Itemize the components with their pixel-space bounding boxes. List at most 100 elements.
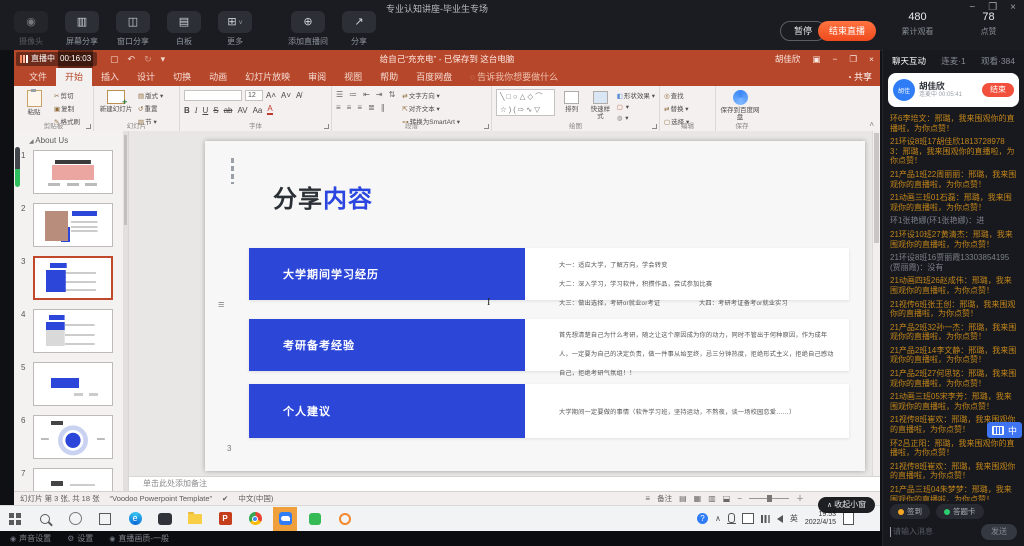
dialog-launcher-icon[interactable] — [484, 124, 489, 129]
font-name-select[interactable] — [184, 90, 242, 101]
ppt-tab[interactable]: 审阅 — [299, 68, 335, 86]
end-live-button[interactable]: 结束直播 — [818, 21, 876, 41]
shrink-font-icon[interactable]: A˅ — [281, 91, 291, 100]
language[interactable]: 中文(中国) — [238, 493, 273, 504]
replace-button[interactable]: ⇄替换 ▾ — [664, 103, 689, 113]
sorter-view-icon[interactable]: ▦ — [694, 494, 702, 503]
zoom-out-icon[interactable]: − — [737, 494, 742, 503]
zoom-in-icon[interactable]: ＋ — [796, 493, 804, 504]
collapse-mini-window-button[interactable]: 收起小窗 — [818, 497, 875, 513]
mic-tray-icon[interactable] — [728, 513, 735, 523]
slide-thumbnail[interactable] — [33, 256, 113, 300]
slide-thumbnail[interactable] — [33, 309, 113, 353]
taskbar-icon[interactable] — [333, 507, 357, 531]
action-center-icon[interactable] — [843, 512, 854, 525]
thumbnails-scrollbar[interactable] — [123, 131, 128, 491]
line-spacing-icon[interactable]: ⇅ — [389, 90, 396, 99]
taskbar-icon[interactable] — [153, 507, 177, 531]
cut-button[interactable]: ✂剪切 — [54, 90, 80, 100]
copy-button[interactable]: ▣复制 — [54, 103, 80, 113]
reading-view-icon[interactable]: ▥ — [708, 494, 716, 503]
toolbar-button-icon[interactable] — [291, 11, 325, 33]
clear-format-icon[interactable]: A̸ — [296, 91, 301, 100]
align-left-icon[interactable]: ≡ — [336, 103, 341, 112]
spellcheck-icon[interactable]: ✔ — [222, 494, 228, 503]
toolbar-button-icon[interactable] — [65, 11, 99, 33]
underline-button[interactable]: U — [202, 106, 208, 115]
end-mic-button[interactable]: 结束 — [982, 83, 1014, 97]
new-slide-button[interactable]: 新建幻灯片 — [98, 89, 134, 121]
reset-button[interactable]: ↺重置 — [138, 103, 163, 113]
quick-action-pill[interactable]: 签到 — [890, 504, 930, 519]
zoom-slider[interactable] — [749, 498, 789, 499]
bullets-icon[interactable]: ☰ — [336, 90, 343, 99]
stream-control-item[interactable]: 设置 — [67, 533, 93, 544]
ppt-tab[interactable]: 文件 — [20, 68, 56, 86]
taskbar-icon[interactable] — [273, 507, 297, 531]
indent-decrease-icon[interactable]: ⇤ — [363, 90, 370, 99]
bold-button[interactable]: B — [184, 106, 190, 115]
strikethrough-button[interactable]: S — [213, 106, 218, 115]
paste-button[interactable]: 粘贴 — [18, 89, 50, 121]
toolbar-button-icon[interactable] — [218, 11, 252, 33]
ppt-tab[interactable]: 切换 — [164, 68, 200, 86]
dialog-launcher-icon[interactable] — [86, 124, 91, 129]
ppt-tab[interactable]: 设计 — [128, 68, 164, 86]
grow-font-icon[interactable]: A˄ — [266, 91, 276, 100]
taskbar-icon[interactable] — [243, 507, 267, 531]
ppt-tab[interactable]: 动画 — [200, 68, 236, 86]
taskbar-icon[interactable] — [3, 507, 27, 531]
slide-thumbnail[interactable] — [33, 468, 113, 491]
ribbon-options-icon[interactable]: ▣ — [812, 50, 820, 68]
dialog-launcher-icon[interactable] — [324, 124, 329, 129]
slide-thumbnail[interactable] — [33, 415, 113, 459]
slide-title[interactable]: 分享内容 — [273, 179, 373, 214]
shapes-gallery[interactable]: ╲□○△◇⌒☆)(⇨∿▽ — [496, 89, 555, 116]
notes-toggle-icon[interactable]: ≡ — [645, 494, 650, 503]
layout-button[interactable]: ▤版式 ▾ — [138, 90, 163, 100]
network-tray-icon[interactable] — [761, 515, 770, 523]
align-right-icon[interactable]: ≡ — [357, 103, 362, 112]
taskbar-icon[interactable] — [183, 507, 207, 531]
tray-expand-icon[interactable]: ∧ — [715, 514, 721, 523]
chat-tab[interactable]: 连麦·1 — [941, 55, 966, 67]
collapse-ribbon-icon[interactable]: ˄ — [869, 120, 874, 129]
stream-control-item[interactable]: 声音设置 — [10, 533, 51, 544]
ime-language[interactable]: 英 — [790, 513, 798, 524]
indent-increase-icon[interactable]: ⇥ — [376, 90, 383, 99]
shadow-button[interactable]: ab — [224, 106, 233, 115]
columns-icon[interactable]: ∥ — [381, 103, 385, 112]
toolbar-button-icon[interactable] — [116, 11, 150, 33]
quick-action-pill[interactable]: 答题卡 — [936, 504, 984, 519]
stream-control-item[interactable]: 直播画质-一般 — [109, 533, 169, 544]
ppt-tab[interactable]: 视图 — [335, 68, 371, 86]
ppt-tab[interactable]: 幻灯片放映 — [236, 68, 299, 86]
font-size-select[interactable]: 12 — [245, 90, 263, 101]
ppt-restore-icon[interactable]: ❐ — [849, 50, 857, 68]
text-direction-button[interactable]: ⇄文字方向 ▾ — [402, 90, 460, 100]
account-name[interactable]: 胡佳欣 — [775, 50, 801, 68]
char-spacing-button[interactable]: AV — [237, 106, 247, 115]
italic-button[interactable]: I — [195, 106, 198, 115]
find-button[interactable]: ◎查找 — [664, 90, 689, 100]
ppt-tab[interactable]: 插入 — [92, 68, 128, 86]
ppt-tab[interactable]: 百度网盘 — [407, 68, 461, 86]
chat-messages[interactable]: 环6李培文：邢璐，我来围观你的直播啦，为你点赞！ 21环设8班17胡佳欣1813… — [883, 111, 1024, 501]
change-case-button[interactable]: Aa — [253, 106, 263, 115]
volume-tray-icon[interactable] — [777, 515, 783, 523]
slide-canvas[interactable]: 分享内容 大学期间学习经历 大一：适应大学，了解方向，学会转变大二：深入学习，学… — [205, 141, 865, 471]
dialog-launcher-icon[interactable] — [652, 124, 657, 129]
slide-thumbnail[interactable] — [33, 362, 113, 406]
notes-pane[interactable]: 单击此处添加备注 — [129, 476, 880, 491]
toolbar-button-icon[interactable] — [14, 11, 48, 33]
slide-row-1[interactable]: 大学期间学习经历 大一：适应大学，了解方向，学会转变大二：深入学习，学习软件，积… — [249, 248, 849, 300]
normal-view-icon[interactable]: ▤ — [679, 494, 687, 503]
quick-styles-button[interactable]: 快速样式 — [588, 89, 613, 121]
toolbar-button-icon[interactable] — [167, 11, 201, 33]
send-button[interactable]: 发送 — [981, 524, 1017, 540]
shape-outline-button[interactable]: ▢ ▾ — [617, 103, 655, 111]
chat-tab[interactable]: 聊天互动 — [892, 55, 926, 67]
slideshow-view-icon[interactable]: ⬓ — [723, 494, 731, 503]
toolbar-button-icon[interactable] — [342, 11, 376, 33]
numbering-icon[interactable]: ≔ — [349, 90, 357, 99]
